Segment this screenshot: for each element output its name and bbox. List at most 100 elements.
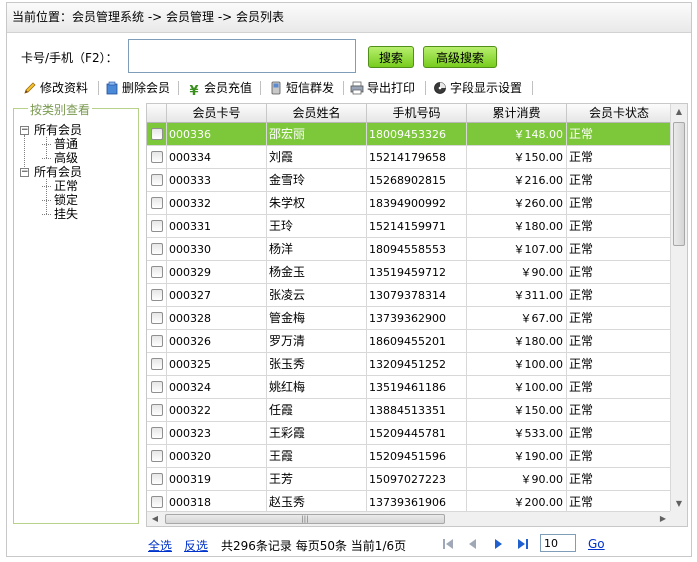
tree-node-label: 正常 bbox=[54, 179, 79, 193]
row-checkbox[interactable] bbox=[151, 312, 163, 324]
field-display-settings-button[interactable]: 字段显示设置 bbox=[433, 78, 522, 98]
row-checkbox-cell bbox=[147, 238, 167, 261]
cell-name: 王芳 bbox=[267, 468, 367, 491]
table-row[interactable]: 000320 王霞 15209451596 ￥190.00 正常 bbox=[147, 445, 671, 468]
cell-name: 杨洋 bbox=[267, 238, 367, 261]
table-row[interactable]: 000318 赵玉秀 13739361906 ￥200.00 正常 bbox=[147, 491, 671, 513]
cell-status: 正常 bbox=[569, 334, 594, 348]
table-row[interactable]: 000319 王芳 15097027223 ￥90.00 正常 bbox=[147, 468, 671, 491]
delete-user-icon bbox=[106, 81, 118, 95]
column-header-card[interactable]: 会员卡号 bbox=[167, 104, 267, 123]
search-button[interactable]: 搜索 bbox=[368, 46, 414, 68]
row-checkbox[interactable] bbox=[151, 220, 163, 232]
table-row[interactable]: 000332 朱学权 18394900992 ￥260.00 正常 bbox=[147, 192, 671, 215]
page-number-input[interactable] bbox=[540, 534, 576, 552]
pagination-bar: 全选 反选 共296条记录 每页50条 当前1/6页 Go bbox=[7, 533, 691, 555]
tree-node-label: 普通 bbox=[54, 137, 79, 151]
table-header: 会员卡号 会员姓名 手机号码 累计消费 会员卡状态 bbox=[147, 104, 671, 123]
row-checkbox[interactable] bbox=[151, 151, 163, 163]
first-page-icon[interactable] bbox=[441, 537, 455, 551]
row-checkbox[interactable] bbox=[151, 450, 163, 462]
column-header-name[interactable]: 会员姓名 bbox=[267, 104, 367, 123]
table-row[interactable]: 000330 杨洋 18094558553 ￥107.00 正常 bbox=[147, 238, 671, 261]
scroll-right-icon[interactable]: ▶ bbox=[655, 512, 671, 526]
row-checkbox[interactable] bbox=[151, 128, 163, 140]
table-row[interactable]: 000331 王玲 15214159971 ￥180.00 正常 bbox=[147, 215, 671, 238]
cell-name: 赵玉秀 bbox=[267, 491, 367, 513]
collapse-icon[interactable]: − bbox=[20, 126, 29, 135]
row-checkbox[interactable] bbox=[151, 473, 163, 485]
pagination-summary: 共296条记录 每页50条 当前1/6页 bbox=[221, 539, 407, 553]
export-print-button[interactable]: 导出打印 bbox=[350, 78, 415, 98]
column-header-status[interactable]: 会员卡状态 bbox=[567, 104, 671, 123]
row-checkbox[interactable] bbox=[151, 266, 163, 278]
row-checkbox[interactable] bbox=[151, 358, 163, 370]
next-page-icon[interactable] bbox=[491, 537, 505, 551]
tree-connector bbox=[46, 137, 47, 158]
horizontal-scroll-thumb[interactable]: ||| bbox=[165, 514, 445, 524]
collapse-icon[interactable]: − bbox=[20, 168, 29, 177]
cell-name: 张玉秀 bbox=[267, 353, 367, 376]
table-row[interactable]: 000326 罗万清 18609455201 ￥180.00 正常 bbox=[147, 330, 671, 353]
row-checkbox[interactable] bbox=[151, 289, 163, 301]
column-header-phone[interactable]: 手机号码 bbox=[367, 104, 467, 123]
scroll-up-icon[interactable]: ▲ bbox=[671, 104, 687, 120]
row-checkbox[interactable] bbox=[151, 496, 163, 508]
table-body: 000336 邵宏丽 18009453326 ￥148.00 正常 000334 刘霞 152… bbox=[147, 123, 671, 513]
tree-connector bbox=[42, 214, 51, 215]
table-row[interactable]: 000334 刘霞 15214179658 ￥150.00 正常 bbox=[147, 146, 671, 169]
go-link[interactable]: Go bbox=[588, 537, 605, 551]
row-checkbox-cell bbox=[147, 192, 167, 215]
cell-phone: 15214159971 bbox=[367, 215, 467, 238]
cell-status: 正常 bbox=[569, 219, 594, 233]
table-row[interactable]: 000322 任霞 13884513351 ￥150.00 正常 bbox=[147, 399, 671, 422]
scroll-left-icon[interactable]: ◀ bbox=[147, 512, 163, 526]
table-row[interactable]: 000324 姚红梅 13519461186 ￥100.00 正常 bbox=[147, 376, 671, 399]
field-display-settings-label: 字段显示设置 bbox=[450, 81, 523, 95]
category-panel: 按类别查看 − 所有会员 普通 高级 − 所有会员 正常 锁定 挂失 bbox=[13, 101, 139, 524]
cell-total: ￥90.00 bbox=[467, 468, 567, 491]
table-row[interactable]: 000323 王彩霞 15209445781 ￥533.00 正常 bbox=[147, 422, 671, 445]
table-row[interactable]: 000327 张凌云 13079378314 ￥311.00 正常 bbox=[147, 284, 671, 307]
member-table: 会员卡号 会员姓名 手机号码 累计消费 会员卡状态 000336 邵宏丽 18009… bbox=[146, 103, 688, 527]
pencil-icon bbox=[24, 82, 36, 94]
row-checkbox[interactable] bbox=[151, 243, 163, 255]
cell-card: 000331 bbox=[167, 215, 267, 238]
row-checkbox[interactable] bbox=[151, 174, 163, 186]
row-checkbox[interactable] bbox=[151, 427, 163, 439]
toolbar-divider bbox=[343, 81, 344, 95]
row-checkbox[interactable] bbox=[151, 404, 163, 416]
cell-phone: 13519461186 bbox=[367, 376, 467, 399]
vertical-scroll-thumb[interactable] bbox=[673, 122, 685, 246]
table-row[interactable]: 000333 金雪玲 15268902815 ￥216.00 正常 bbox=[147, 169, 671, 192]
cell-phone: 15209445781 bbox=[367, 422, 467, 445]
invert-selection-link[interactable]: 反选 bbox=[184, 537, 208, 554]
last-page-icon[interactable] bbox=[516, 537, 530, 551]
edit-profile-button[interactable]: 修改资料 bbox=[23, 78, 88, 98]
phone-icon bbox=[271, 81, 281, 95]
tree-connector bbox=[46, 179, 47, 214]
column-header-total[interactable]: 累计消费 bbox=[467, 104, 567, 123]
vertical-scrollbar[interactable]: ▲ ▼ bbox=[670, 104, 687, 512]
advanced-search-button[interactable]: 高级搜索 bbox=[423, 46, 497, 68]
recharge-button[interactable]: ¥ 会员充值 bbox=[187, 78, 252, 99]
scroll-down-icon[interactable]: ▼ bbox=[671, 496, 687, 512]
sms-broadcast-button[interactable]: 短信群发 bbox=[269, 78, 334, 98]
cell-status: 正常 bbox=[569, 173, 594, 187]
row-checkbox[interactable] bbox=[151, 335, 163, 347]
select-all-link[interactable]: 全选 bbox=[148, 537, 172, 554]
cell-total: ￥107.00 bbox=[467, 238, 567, 261]
cell-status: 正常 bbox=[569, 265, 594, 279]
delete-member-button[interactable]: 删除会员 bbox=[105, 78, 170, 98]
table-row[interactable]: 000328 管金梅 13739362900 ￥67.00 正常 bbox=[147, 307, 671, 330]
table-row[interactable]: 000336 邵宏丽 18009453326 ￥148.00 正常 bbox=[147, 123, 671, 146]
table-row[interactable]: 000329 杨金玉 13519459712 ￥90.00 正常 bbox=[147, 261, 671, 284]
settings-disc-icon bbox=[434, 82, 446, 94]
row-checkbox[interactable] bbox=[151, 197, 163, 209]
row-checkbox[interactable] bbox=[151, 381, 163, 393]
search-input[interactable] bbox=[128, 39, 356, 73]
previous-page-icon[interactable] bbox=[466, 537, 480, 551]
horizontal-scrollbar[interactable]: ◀ ||| ▶ bbox=[147, 511, 671, 526]
cell-status: 正常 bbox=[569, 380, 594, 394]
table-row[interactable]: 000325 张玉秀 13209451252 ￥100.00 正常 bbox=[147, 353, 671, 376]
